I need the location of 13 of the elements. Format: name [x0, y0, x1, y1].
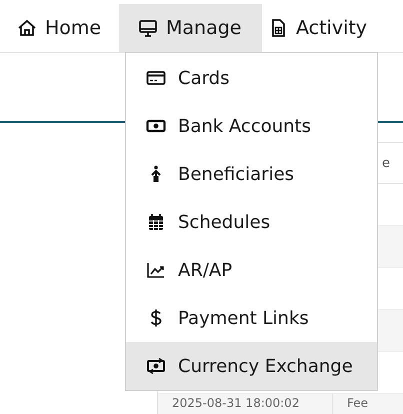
menu-item[interactable]: Currency Exchange	[126, 342, 377, 390]
nav-tab[interactable]: Manage	[119, 4, 262, 52]
line-chart-icon	[146, 260, 166, 280]
nav-tab[interactable]: Home	[12, 4, 119, 52]
table-cell-text: Fee	[346, 395, 368, 412]
calendar-icon	[146, 212, 166, 232]
column-header: e	[382, 156, 390, 170]
nav-tab[interactable]: Activity	[262, 4, 382, 52]
table-cell: 2025-08-31 18:00:02	[158, 394, 333, 414]
monitor-icon	[138, 18, 158, 38]
credit-card-icon	[146, 68, 166, 88]
home-icon	[17, 18, 37, 38]
currency-exchange-icon	[146, 356, 166, 376]
